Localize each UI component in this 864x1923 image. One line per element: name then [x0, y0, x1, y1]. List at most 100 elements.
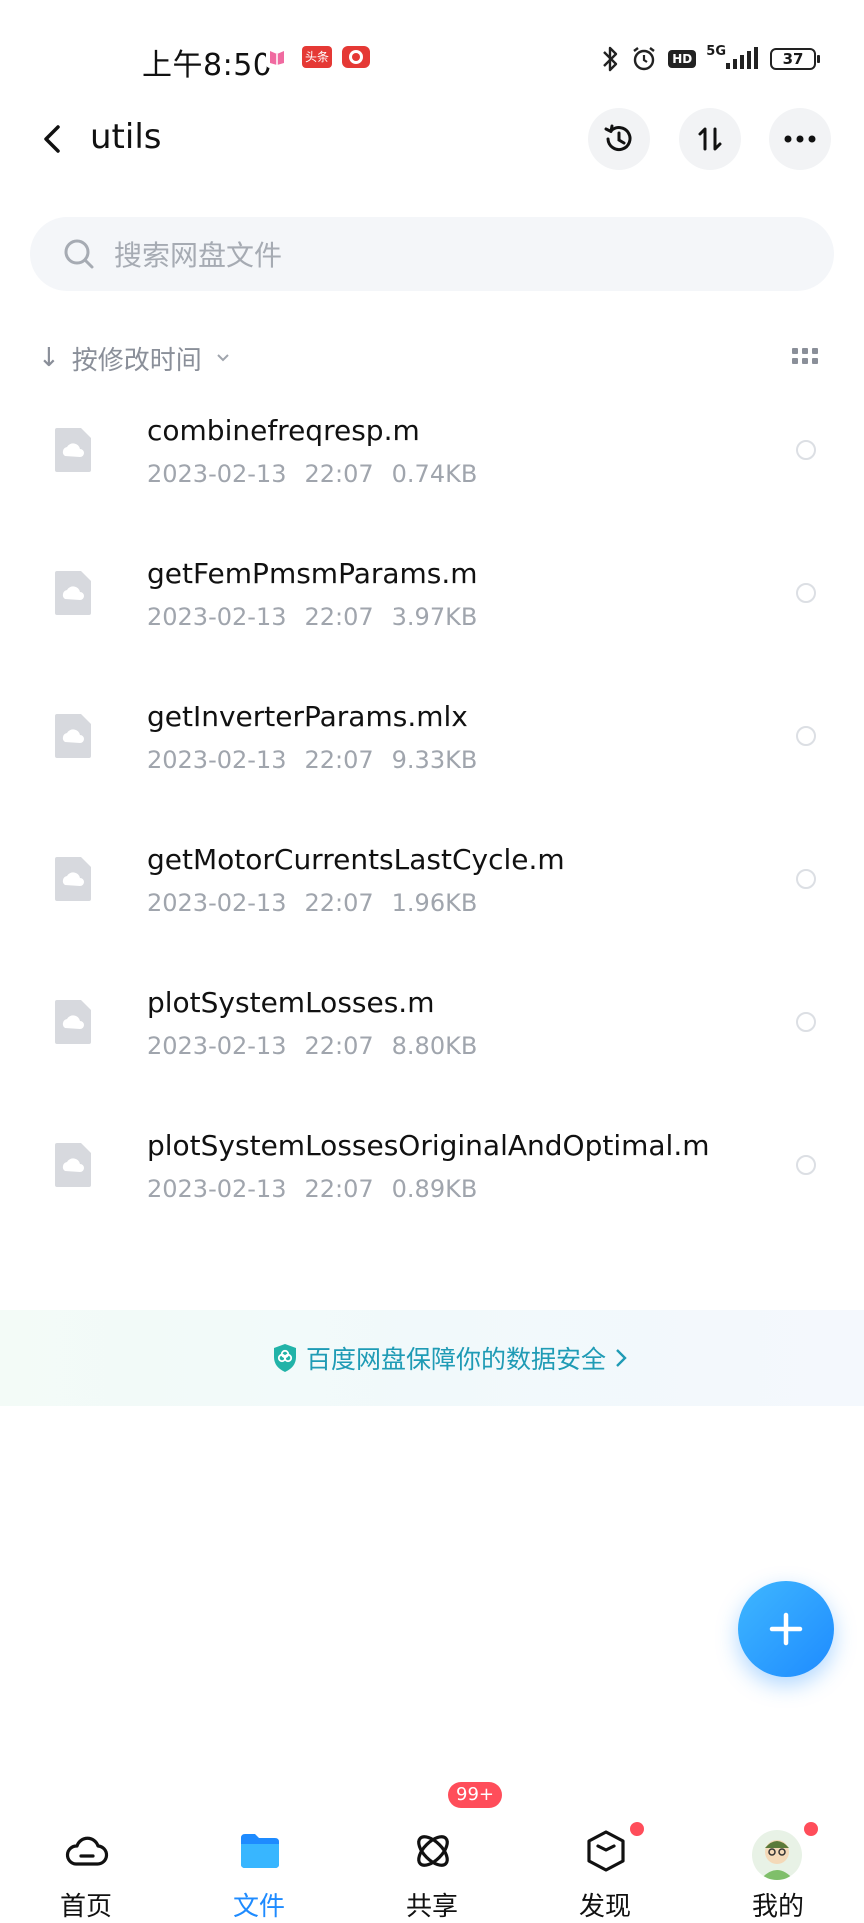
file-date: 2023-02-13	[147, 603, 287, 631]
file-row[interactable]: getInverterParams.mlx 2023-02-13 22:07 9.3…	[0, 686, 864, 828]
folder-icon	[241, 1834, 279, 1868]
file-cloud-icon	[55, 1143, 91, 1187]
file-size: 0.89KB	[391, 1175, 478, 1203]
nav-discover[interactable]: 发现	[545, 1800, 665, 1922]
grid-view-icon[interactable]	[792, 348, 818, 368]
toutiao-app-icon: 头条	[302, 46, 332, 68]
select-checkbox[interactable]	[796, 1012, 816, 1032]
more-dots-icon	[784, 135, 816, 143]
discover-notification-dot	[630, 1822, 644, 1836]
file-date: 2023-02-13	[147, 889, 287, 917]
file-size: 9.33KB	[391, 746, 478, 774]
share-atom-icon	[417, 1835, 449, 1867]
nav-home-label: 首页	[59, 1892, 112, 1922]
home-cloud-icon	[65, 1836, 109, 1866]
file-name: plotSystemLossesOriginalAndOptimal.m	[147, 1129, 710, 1162]
file-cloud-icon	[55, 428, 91, 472]
file-name: getMotorCurrentsLastCycle.m	[147, 843, 565, 876]
battery-indicator: 37	[770, 48, 820, 70]
plus-icon	[769, 1612, 803, 1646]
file-time: 22:07	[304, 1175, 374, 1203]
file-time: 22:07	[304, 603, 374, 631]
status-icons: HD 5G 37	[600, 42, 820, 76]
file-row[interactable]: plotSystemLossesOriginalAndOptimal.m 202…	[0, 1115, 864, 1257]
banner-text: 百度网盘保障你的数据安全	[306, 1345, 607, 1374]
file-name: combinefreqresp.m	[147, 414, 420, 447]
history-button[interactable]	[588, 108, 650, 170]
file-size: 3.97KB	[391, 603, 478, 631]
shield-icon	[274, 1344, 296, 1372]
search-icon	[64, 239, 94, 269]
file-size: 1.96KB	[391, 889, 478, 917]
file-cloud-icon	[55, 1000, 91, 1044]
file-size: 8.80KB	[391, 1032, 478, 1060]
discover-cube-icon	[587, 1830, 625, 1872]
nav-mine-label: 我的	[751, 1892, 804, 1922]
more-button[interactable]	[769, 108, 831, 170]
file-row[interactable]: getMotorCurrentsLastCycle.m 2023-02-13 22…	[0, 829, 864, 971]
file-size: 0.74KB	[391, 460, 478, 488]
file-date: 2023-02-13	[147, 746, 287, 774]
chevron-down-icon	[217, 354, 229, 362]
nav-home[interactable]: 首页	[26, 1800, 146, 1922]
security-banner[interactable]: 百度网盘保障你的数据安全	[0, 1310, 864, 1406]
file-cloud-icon	[55, 714, 91, 758]
bluetooth-icon	[603, 46, 618, 72]
select-checkbox[interactable]	[796, 583, 816, 603]
bottom-nav: 首页 文件 共享 发现 我的	[0, 1800, 864, 1922]
sort-selector[interactable]: ↓ 按修改时间	[38, 338, 230, 378]
file-meta: 2023-02-13 22:07 0.74KB	[147, 460, 495, 488]
file-row[interactable]: combinefreqresp.m 2023-02-13 22:07 0.74KB	[0, 400, 864, 542]
chevron-left-icon	[44, 125, 60, 153]
file-meta: 2023-02-13 22:07 9.33KB	[147, 746, 495, 774]
select-checkbox[interactable]	[796, 440, 816, 460]
avatar	[752, 1830, 802, 1880]
sort-label: 按修改时间	[71, 345, 202, 376]
sort-arrows-icon	[698, 127, 722, 151]
signal-icon	[726, 47, 758, 69]
add-button[interactable]	[738, 1581, 834, 1677]
file-time: 22:07	[304, 889, 374, 917]
file-time: 22:07	[304, 1032, 374, 1060]
file-time: 22:07	[304, 746, 374, 774]
nav-share[interactable]: 共享	[372, 1800, 492, 1922]
back-button[interactable]	[34, 119, 74, 159]
search-bar[interactable]	[30, 217, 834, 293]
baidu-read-app-icon	[266, 46, 288, 68]
file-date: 2023-02-13	[147, 460, 287, 488]
page-title: utils	[90, 117, 162, 157]
sort-button[interactable]	[679, 108, 741, 170]
status-time: 上午8:50	[142, 48, 273, 83]
nav-share-label: 共享	[405, 1892, 458, 1922]
file-date: 2023-02-13	[147, 1175, 287, 1203]
file-cloud-icon	[55, 857, 91, 901]
file-name: getFemPmsmParams.m	[147, 557, 478, 590]
nav-discover-label: 发现	[578, 1892, 631, 1922]
chevron-right-icon	[616, 1349, 627, 1367]
file-meta: 2023-02-13 22:07 1.96KB	[147, 889, 495, 917]
share-count-badge: 99+	[448, 1782, 502, 1808]
select-checkbox[interactable]	[796, 726, 816, 746]
select-checkbox[interactable]	[796, 1155, 816, 1175]
file-cloud-icon	[55, 571, 91, 615]
status-bar: 上午8:50 头条 HD 5G 37	[0, 0, 864, 110]
nav-files-label: 文件	[232, 1892, 285, 1922]
mine-notification-dot	[804, 1822, 818, 1836]
sort-direction-icon: ↓	[38, 343, 60, 373]
file-meta: 2023-02-13 22:07 0.89KB	[147, 1175, 495, 1203]
header-bar: utils	[0, 105, 864, 175]
file-name: getInverterParams.mlx	[147, 700, 468, 733]
file-date: 2023-02-13	[147, 1032, 287, 1060]
hd-badge: HD	[668, 50, 697, 68]
search-input[interactable]	[112, 217, 716, 293]
history-icon	[604, 124, 632, 152]
nav-mine[interactable]: 我的	[718, 1800, 838, 1922]
select-checkbox[interactable]	[796, 869, 816, 889]
file-row[interactable]: plotSystemLosses.m 2023-02-13 22:07 8.80KB	[0, 972, 864, 1114]
file-row[interactable]: getFemPmsmParams.m 2023-02-13 22:07 3.97KB	[0, 543, 864, 685]
file-time: 22:07	[304, 460, 374, 488]
file-name: plotSystemLosses.m	[147, 986, 435, 1019]
file-meta: 2023-02-13 22:07 3.97KB	[147, 603, 495, 631]
alarm-icon	[633, 47, 655, 71]
nav-files[interactable]: 文件	[199, 1800, 319, 1922]
